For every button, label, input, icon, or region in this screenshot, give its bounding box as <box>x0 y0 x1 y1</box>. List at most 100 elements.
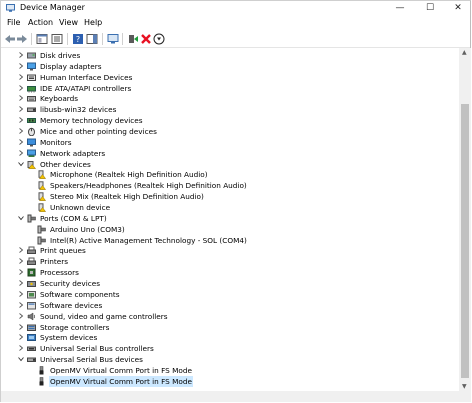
tree-device[interactable]: Microphone (Realtek High Definition Audi… <box>1 169 459 180</box>
scan-hardware-icon[interactable] <box>107 33 119 45</box>
uninstall-device-icon[interactable] <box>140 33 152 45</box>
minimize-button[interactable]: — <box>386 1 414 16</box>
toolbar-separator <box>102 33 103 45</box>
menu-help[interactable]: Help <box>84 18 102 27</box>
tree-device[interactable]: Unknown device <box>1 202 459 213</box>
tree-device[interactable]: OpenMV Virtual Comm Port in FS Mode <box>1 375 459 387</box>
tree-category[interactable]: IDE ATA/ATAPI controllers <box>1 83 459 94</box>
tree-category[interactable]: Universal Serial Bus devices <box>1 354 459 365</box>
menu-view[interactable]: View <box>59 18 78 27</box>
tree-category[interactable]: libusb-win32 devices <box>1 104 459 115</box>
tree-item-label: Print queues <box>40 246 86 256</box>
tree-item-label: Printers <box>40 257 69 267</box>
tree-category[interactable]: Monitors <box>1 137 459 148</box>
chevron-right-icon[interactable] <box>18 95 24 102</box>
sound-icon <box>27 312 36 321</box>
tree-category[interactable]: Display adapters <box>1 61 459 72</box>
tree-category[interactable]: Universal Serial Bus controllers <box>1 343 459 354</box>
maximize-button[interactable]: ☐ <box>416 1 444 16</box>
tree-category[interactable]: Keyboards <box>1 93 459 104</box>
back-arrow-icon[interactable] <box>4 33 16 45</box>
tree-category[interactable]: Memory technology devices <box>1 115 459 126</box>
chevron-right-icon[interactable] <box>18 301 24 308</box>
menu-file[interactable]: File <box>7 18 20 27</box>
device-tree[interactable]: Disk drives Display adapters Human Interfa… <box>1 48 459 396</box>
usb-device-icon <box>27 107 36 113</box>
chevron-right-icon[interactable] <box>18 84 24 91</box>
tree-category[interactable]: Disk drives <box>1 50 459 61</box>
tree-item-label: Speakers/Headphones (Realtek High Defini… <box>50 181 247 191</box>
tree-item-label: Arduino Uno (COM3) <box>50 224 125 234</box>
tree-category[interactable]: Software components <box>1 289 459 300</box>
chevron-right-icon[interactable] <box>18 63 24 69</box>
chevron-right-icon[interactable] <box>18 323 24 330</box>
tree-category[interactable]: Ports (COM & LPT) <box>1 213 459 224</box>
tree-device[interactable]: OpenMV Virtual Comm Port in FS Mode <box>1 365 459 376</box>
title-bar[interactable]: Device Manager — ☐ ✕ <box>1 1 470 16</box>
tree-item-label: Other devices <box>40 159 91 169</box>
help-icon[interactable]: ? <box>72 33 84 45</box>
tree-category[interactable]: Software devices <box>1 300 459 311</box>
menu-action[interactable]: Action <box>28 18 53 27</box>
chevron-right-icon[interactable] <box>18 128 24 134</box>
usb-controller-icon <box>27 346 36 352</box>
chevron-right-icon[interactable] <box>18 139 24 145</box>
chevron-right-icon[interactable] <box>18 52 24 58</box>
chevron-right-icon[interactable] <box>18 149 24 156</box>
chevron-down-icon[interactable] <box>18 161 24 167</box>
enable-device-icon[interactable] <box>153 33 165 45</box>
unknown-device-icon <box>38 181 46 191</box>
tree-item-label: Unknown device <box>50 203 111 213</box>
tree-category[interactable]: System devices <box>1 332 459 343</box>
hid-icon <box>27 74 36 81</box>
tree-device[interactable]: Intel(R) Active Management Technology - … <box>1 235 459 246</box>
action-pane-icon[interactable] <box>86 33 98 45</box>
storage-icon <box>27 324 36 331</box>
tree-category[interactable]: Other devices <box>1 159 459 170</box>
chevron-right-icon[interactable] <box>18 106 24 113</box>
horizontal-scrollbar[interactable] <box>1 391 459 402</box>
device-list-icon[interactable] <box>51 33 63 45</box>
tree-category[interactable]: Human Interface Devices <box>1 72 459 83</box>
chevron-right-icon[interactable] <box>18 247 24 254</box>
tree-device[interactable]: Speakers/Headphones (Realtek High Defini… <box>1 180 459 191</box>
tree-category[interactable]: Sound, video and game controllers <box>1 311 459 322</box>
chevron-right-icon[interactable] <box>18 117 24 124</box>
chevron-right-icon[interactable] <box>18 291 24 297</box>
toolbar-separator <box>122 33 123 45</box>
tree-device[interactable]: Arduino Uno (COM3) <box>1 224 459 235</box>
scrollbar-thumb[interactable] <box>461 104 469 378</box>
tree-category[interactable]: Storage controllers <box>1 322 459 333</box>
chevron-right-icon[interactable] <box>18 345 24 352</box>
tree-category[interactable]: Security devices <box>1 278 459 289</box>
tree-category[interactable]: Network adapters <box>1 148 459 159</box>
network-icon <box>27 149 36 157</box>
chevron-right-icon[interactable] <box>18 73 24 80</box>
forward-arrow-icon[interactable] <box>16 33 28 45</box>
chevron-right-icon[interactable] <box>18 334 24 341</box>
chevron-down-icon[interactable] <box>18 215 24 221</box>
tree-item-label: Microphone (Realtek High Definition Audi… <box>50 170 208 180</box>
close-button[interactable]: ✕ <box>444 1 472 16</box>
tree-category[interactable]: Processors <box>1 267 459 278</box>
update-driver-icon[interactable] <box>127 33 139 45</box>
tree-device[interactable]: Stereo Mix (Realtek High Definition Audi… <box>1 191 459 202</box>
scroll-down-icon[interactable]: ▼ <box>462 383 467 390</box>
scroll-up-icon[interactable]: ▲ <box>462 49 467 56</box>
chevron-down-icon[interactable] <box>18 356 24 362</box>
tree-item-label: Ports (COM & LPT) <box>40 213 107 223</box>
chevron-right-icon[interactable] <box>18 258 24 265</box>
vertical-scrollbar[interactable]: ▲ ▼ <box>459 48 471 391</box>
software-component-icon <box>27 290 36 299</box>
chevron-right-icon[interactable] <box>18 269 24 276</box>
chevron-right-icon[interactable] <box>18 312 24 319</box>
chevron-right-icon[interactable] <box>18 280 24 286</box>
tree-item-label: Memory technology devices <box>40 116 143 126</box>
tree-category[interactable]: Print queues <box>1 245 459 256</box>
tree-category[interactable]: Printers <box>1 256 459 267</box>
usb-plug-icon <box>39 377 44 386</box>
tree-item-label: OpenMV Virtual Comm Port in FS Mode <box>49 375 194 387</box>
tree-category[interactable]: Mice and other pointing devices <box>1 126 459 137</box>
properties-view-icon[interactable] <box>36 33 48 45</box>
unknown-device-icon <box>38 170 46 180</box>
